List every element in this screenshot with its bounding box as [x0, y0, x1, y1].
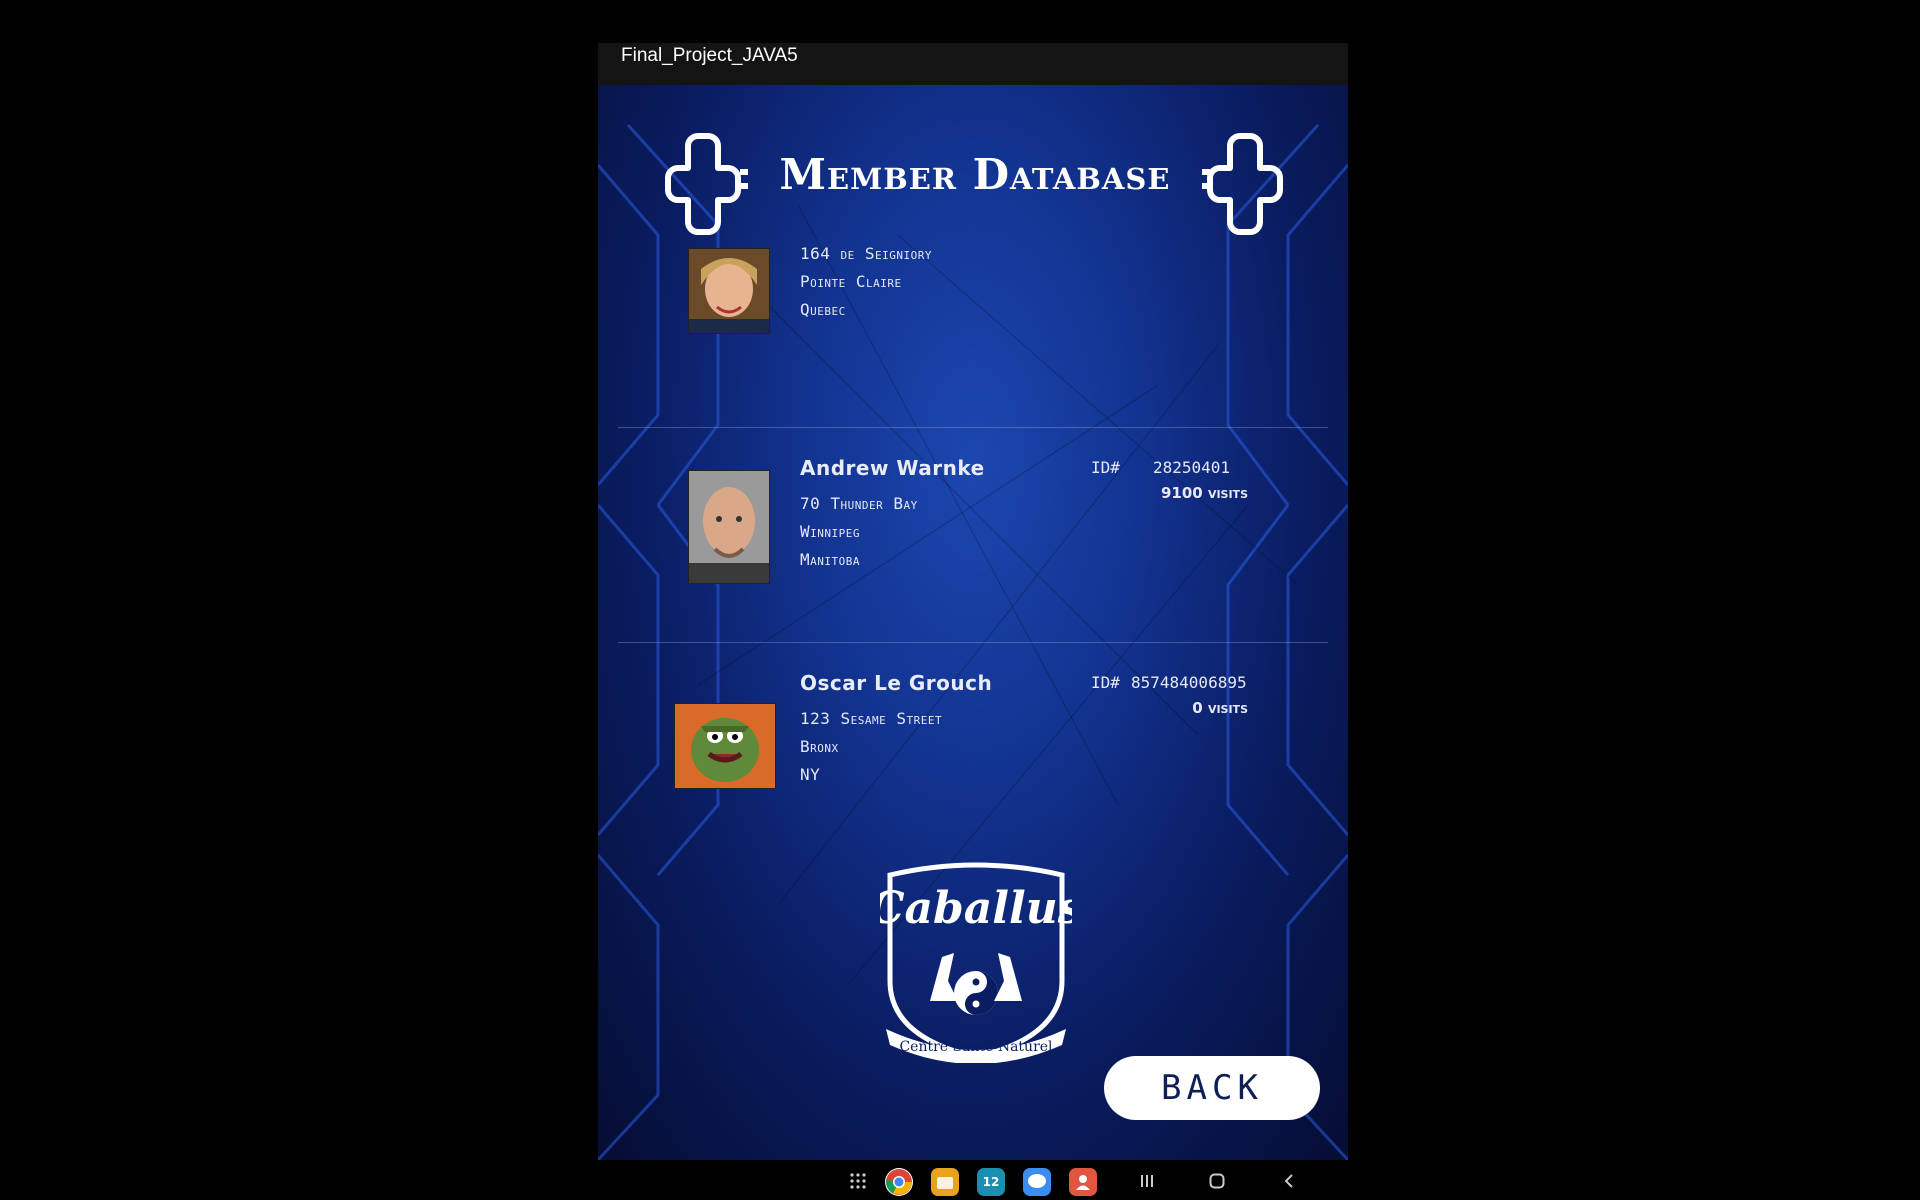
svg-text:Caballus: Caballus — [880, 883, 1072, 934]
back-nav-icon[interactable] — [1281, 1173, 1297, 1193]
caballus-logo: Caballus Centre Santé Naturel — [870, 861, 1083, 1064]
member-visits: 0 visits — [1192, 699, 1248, 717]
messages-icon[interactable] — [1023, 1168, 1051, 1196]
app-window: Final_Project_JAVA5 Member Database 164 … — [598, 43, 1348, 1160]
member-address: 164 de Seigniory Pointe Claire Quebec — [800, 244, 933, 319]
window-title: Final_Project_JAVA5 — [598, 43, 1348, 85]
back-button[interactable]: BACK — [1104, 1056, 1320, 1120]
home-icon[interactable] — [1209, 1173, 1225, 1193]
contacts-icon[interactable] — [1069, 1168, 1097, 1196]
files-icon[interactable] — [931, 1168, 959, 1196]
member-address: 70 Thunder Bay Winnipeg Manitoba — [800, 494, 918, 569]
member-visits: 9100 visits — [1160, 484, 1248, 502]
member-photo — [688, 248, 770, 334]
member-row[interactable]: Andrew Warnke ID# 28250401 9100 visits 7… — [598, 428, 1348, 643]
member-address: 123 Sesame Street Bronx NY — [800, 709, 943, 784]
member-name: Andrew Warnke — [800, 456, 985, 480]
member-id: 857484006895 — [1131, 673, 1247, 692]
member-row[interactable]: 164 de Seigniory Pointe Claire Quebec — [598, 238, 1348, 428]
svg-text:Centre Santé Naturel: Centre Santé Naturel — [899, 1039, 1053, 1055]
member-id: 28250401 — [1153, 458, 1231, 477]
member-row[interactable]: Oscar Le Grouch ID# 857484006895 0 visit… — [598, 643, 1348, 843]
member-photo — [688, 470, 770, 584]
system-navbar: 12 — [0, 1160, 1920, 1200]
member-name: Oscar Le Grouch — [800, 671, 993, 695]
chrome-icon[interactable] — [885, 1168, 913, 1196]
page-title: Member Database — [779, 150, 1171, 199]
header-banner: Member Database — [660, 128, 1290, 238]
member-photo — [674, 703, 776, 789]
recents-icon[interactable] — [1139, 1173, 1155, 1193]
member-id-label: ID# — [1091, 673, 1120, 692]
apps-grid-icon[interactable] — [849, 1172, 867, 1190]
member-id-label: ID# — [1091, 458, 1120, 477]
calendar-icon[interactable]: 12 — [977, 1168, 1005, 1196]
